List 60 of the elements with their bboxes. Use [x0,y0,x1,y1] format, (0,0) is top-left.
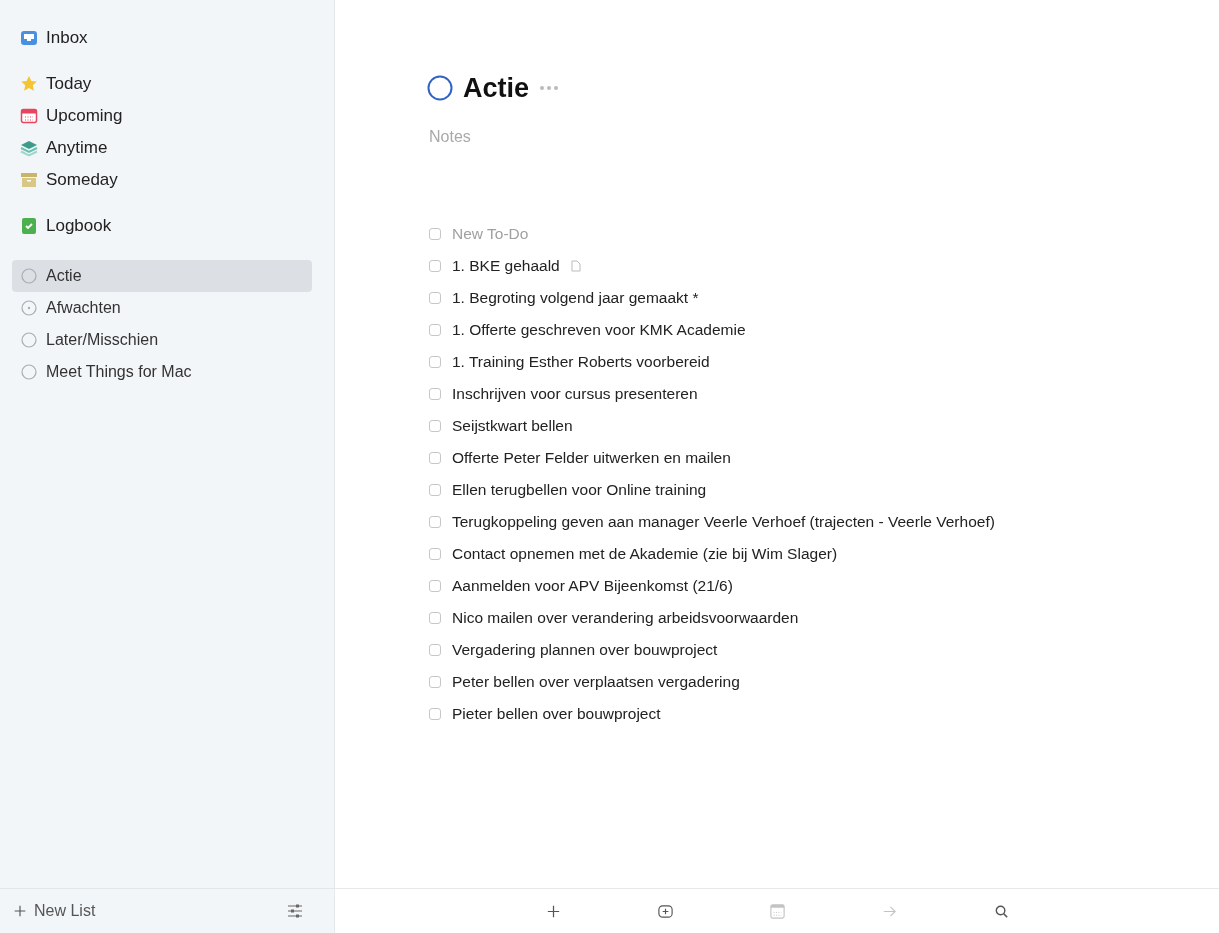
logbook-icon [20,217,38,235]
checkbox[interactable] [429,676,441,688]
sidebar-item[interactable]: Someday [12,164,312,196]
star-icon [20,75,38,93]
new-list-button[interactable]: New List [12,902,96,920]
circle-icon [427,75,453,101]
sidebar-item[interactable]: Actie [12,260,312,292]
task-title[interactable]: Offerte Peter Felder uitwerken en mailen [452,449,731,467]
checkbox[interactable] [429,580,441,592]
calendar-icon [20,107,38,125]
sidebar-item[interactable]: Later/Misschien [12,324,312,356]
sidebar-item[interactable]: Afwachten [12,292,312,324]
circle-icon [20,267,38,285]
calendar-icon [768,902,786,920]
checkbox[interactable] [429,452,441,464]
circle-icon [20,331,38,349]
task-title[interactable]: 1. Training Esther Roberts voorbereid [452,353,710,371]
task-title[interactable]: Ellen terugbellen voor Online training [452,481,707,499]
checkbox[interactable] [429,356,441,368]
sliders-icon[interactable] [286,902,304,920]
task-title[interactable]: Aanmelden voor APV Bijeenkomst (21/6) [452,577,733,595]
checkbox[interactable] [429,516,441,528]
plus-icon [12,903,28,919]
task-title[interactable]: Inschrijven voor cursus presenteren [452,385,698,403]
task-title[interactable]: Pieter bellen over bouwproject [452,705,661,723]
task-title[interactable]: Terugkoppeling geven aan manager Veerle Verhoef (trajecten - Veerle Verhoef) [452,513,995,531]
task-title[interactable]: Vergadering plannen over bouwproject [452,641,718,659]
checkbox[interactable] [429,612,441,624]
checkbox[interactable] [429,388,441,400]
sidebar-item[interactable]: Inbox [12,22,312,54]
task-title[interactable]: Peter bellen over verplaatsen vergadering [452,673,740,691]
layers-icon [20,139,38,157]
checkbox[interactable] [429,548,441,560]
sidebar-item[interactable]: Anytime [12,132,312,164]
task-title[interactable]: 1. Offerte geschreven voor KMK Academie [452,321,746,339]
project-title: Actie [463,72,530,104]
circle-icon [20,363,38,381]
sidebar-item[interactable]: Logbook [12,210,312,242]
inbox-icon [20,29,38,47]
task-title[interactable]: 1. BKE gehaald [452,257,560,275]
checkbox[interactable] [429,484,441,496]
checkbox[interactable] [429,420,441,432]
sidebar-item[interactable]: Today [12,68,312,100]
task-title[interactable]: Nico mailen over verandering arbeidsvoorwaarden [452,609,799,627]
checkbox[interactable] [429,260,441,272]
task-title[interactable]: 1. Begroting volgend jaar gemaakt * [452,289,699,307]
checkbox[interactable] [429,644,441,656]
plus-box-icon [656,902,674,920]
archive-box-icon [20,171,38,189]
dotted-circle-icon [20,299,38,317]
task-title[interactable]: Contact opnemen met de Akademie (zie bij Wim Slager) [452,545,838,563]
checkbox[interactable] [429,228,441,240]
plus-box-button[interactable] [656,902,674,920]
sidebar-item[interactable]: Meet Things for Mac [12,356,312,388]
sidebar-item[interactable]: Upcoming [12,100,312,132]
task-title[interactable]: Seijstkwart bellen [452,417,573,435]
checkbox[interactable] [429,324,441,336]
more-icon[interactable] [539,85,560,91]
checkbox[interactable] [429,292,441,304]
checkbox[interactable] [429,708,441,720]
